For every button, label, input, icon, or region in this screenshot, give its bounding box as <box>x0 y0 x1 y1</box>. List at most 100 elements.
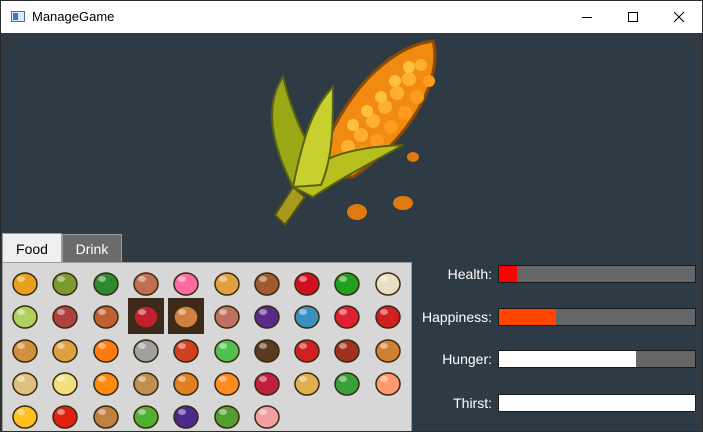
maximize-button[interactable] <box>610 1 656 33</box>
bread-icon <box>12 338 38 363</box>
food-item-sandwich[interactable] <box>7 365 43 401</box>
food-item-broccoli[interactable] <box>329 365 365 401</box>
food-item-sausages[interactable] <box>329 332 365 368</box>
thirst-label: Thirst: <box>453 395 492 411</box>
bell-pepper-icon <box>334 272 361 296</box>
close-icon <box>673 11 685 23</box>
food-item-pizza[interactable] <box>209 265 245 301</box>
food-item-croissant[interactable] <box>47 332 83 368</box>
hunger-bar <box>498 350 696 368</box>
food-item-bell-pepper[interactable] <box>329 265 365 301</box>
food-item-jam-jar[interactable] <box>88 298 124 334</box>
food-item-cucumber[interactable] <box>88 265 124 301</box>
noodle-bowl-icon <box>133 372 159 396</box>
garlic-icon <box>374 272 401 296</box>
food-item-peas[interactable] <box>128 398 164 431</box>
maximize-icon <box>628 12 638 22</box>
wheat-icon <box>294 372 320 396</box>
food-item-soup-bucket[interactable] <box>128 332 164 368</box>
minimize-icon <box>582 17 592 18</box>
pizza-icon <box>213 272 240 296</box>
food-item-roast-chicken[interactable] <box>88 398 124 431</box>
food-item-strawberry[interactable] <box>329 298 365 334</box>
apple-icon <box>294 338 320 363</box>
eggplant-icon <box>254 305 280 330</box>
brussels-sprout-icon <box>213 338 240 363</box>
radish-icon <box>254 372 280 396</box>
happiness-label: Happiness: <box>421 309 492 325</box>
chicken-leg-icon <box>374 338 401 363</box>
food-item-berries[interactable] <box>127 298 164 335</box>
food-item-corn[interactable] <box>7 265 43 301</box>
tab-food[interactable]: Food <box>2 233 62 263</box>
food-item-chestnut[interactable] <box>249 332 285 368</box>
food-item-apple[interactable] <box>289 332 325 368</box>
food-item-carrot[interactable] <box>88 332 124 368</box>
croissant-icon <box>52 338 79 363</box>
carrot-icon <box>92 338 119 363</box>
food-item-mushroom[interactable] <box>209 298 245 334</box>
food-item-ham[interactable] <box>249 398 285 431</box>
salad-icon <box>213 405 240 429</box>
hunger-bar-fill <box>499 351 637 367</box>
main-window: ManageGame Food Drink Health: Happiness:… <box>0 0 703 432</box>
mushroom-icon <box>213 305 240 330</box>
thirst-bar <box>498 394 696 412</box>
food-item-lollipop[interactable] <box>168 265 204 301</box>
category-tabs: Food Drink <box>1 233 421 263</box>
health-bar <box>498 265 696 283</box>
food-item-wheat[interactable] <box>289 365 325 401</box>
drumstick-icon <box>173 305 199 330</box>
food-item-brussels-sprout[interactable] <box>209 332 245 368</box>
window-title: ManageGame <box>32 9 115 24</box>
cucumber-icon <box>92 272 119 296</box>
food-item-cupcake[interactable] <box>249 265 285 301</box>
food-item-fried-egg[interactable] <box>47 365 83 401</box>
papaya-icon <box>213 372 240 396</box>
olives-icon <box>52 272 79 296</box>
leek-icon <box>12 305 38 330</box>
broccoli-icon <box>334 372 361 396</box>
close-button[interactable] <box>656 1 702 33</box>
app-icon <box>11 11 25 22</box>
fried-egg-icon <box>52 372 79 396</box>
food-item-tomato[interactable] <box>47 398 83 431</box>
minimize-button[interactable] <box>564 1 610 33</box>
food-item-noodle-bowl[interactable] <box>128 365 164 401</box>
food-item-cornucopia[interactable] <box>168 365 204 401</box>
food-item-bread[interactable] <box>7 332 43 368</box>
food-item-cheese[interactable] <box>7 398 43 431</box>
roast-chicken-icon <box>92 405 119 429</box>
sausages-icon <box>334 338 361 363</box>
food-item-fish[interactable] <box>289 298 325 334</box>
lollipop-icon <box>173 272 199 296</box>
pumpkin-icon <box>92 372 119 396</box>
tab-drink[interactable]: Drink <box>62 234 122 263</box>
corn-icon <box>271 39 437 227</box>
food-item-salad[interactable] <box>209 398 245 431</box>
food-item-papaya[interactable] <box>209 365 245 401</box>
title-bar[interactable]: ManageGame <box>1 1 702 33</box>
food-item-donut[interactable] <box>128 265 164 301</box>
berries-icon <box>133 305 159 330</box>
food-item-radish[interactable] <box>249 365 285 401</box>
chestnut-icon <box>254 338 280 363</box>
corn-icon <box>12 272 38 296</box>
peas-icon <box>133 405 159 429</box>
food-item-cherries[interactable] <box>289 265 325 301</box>
food-item-hot-dog[interactable] <box>168 332 204 368</box>
food-item-leek[interactable] <box>7 298 43 334</box>
strawberry-icon <box>334 305 361 330</box>
food-item-eggplant[interactable] <box>249 298 285 334</box>
food-item-steak[interactable] <box>47 298 83 334</box>
food-item-grapes[interactable] <box>168 398 204 431</box>
tomato-icon <box>52 405 79 429</box>
food-item-drumstick[interactable] <box>168 298 205 335</box>
cherries-icon <box>294 272 320 296</box>
food-item-olives[interactable] <box>47 265 83 301</box>
happiness-bar <box>498 308 696 326</box>
food-item-pumpkin[interactable] <box>88 365 124 401</box>
peach-icon <box>374 372 401 396</box>
ham-icon <box>254 405 280 429</box>
food-grid <box>2 262 412 431</box>
